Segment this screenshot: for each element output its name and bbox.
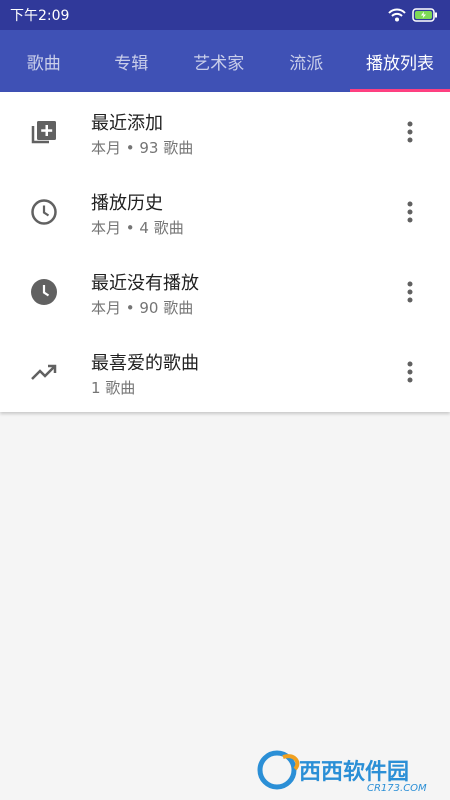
svg-text:CR173.COM: CR173.COM bbox=[367, 783, 427, 794]
playlist-subtitle: 本月 • 90 歌曲 bbox=[91, 299, 194, 317]
playlist-title: 最近没有播放 bbox=[91, 273, 199, 294]
playlist-title: 播放历史 bbox=[91, 193, 163, 214]
playlist-subtitle: 1 歌曲 bbox=[91, 379, 136, 397]
watermark-logo: 西西软件园 CR173.COM bbox=[257, 750, 427, 794]
more-options-icon[interactable] bbox=[396, 276, 424, 308]
list-item[interactable]: 播放历史 本月 • 4 歌曲 bbox=[0, 172, 450, 252]
tab-playlists[interactable]: 播放列表 bbox=[350, 30, 450, 92]
clock-filled-icon bbox=[31, 279, 57, 305]
status-icons bbox=[388, 8, 438, 22]
playlist-title: 最近添加 bbox=[91, 113, 163, 134]
tab-albums[interactable]: 专辑 bbox=[88, 30, 176, 92]
more-options-icon[interactable] bbox=[396, 356, 424, 388]
tab-songs[interactable]: 歌曲 bbox=[0, 30, 88, 92]
trending-up-icon bbox=[31, 364, 57, 380]
svg-text:西西软件园: 西西软件园 bbox=[299, 759, 409, 785]
tab-artists[interactable]: 艺术家 bbox=[175, 30, 263, 92]
list-item[interactable]: 最近没有播放 本月 • 90 歌曲 bbox=[0, 252, 450, 332]
list-item[interactable]: 最喜爱的歌曲 1 歌曲 bbox=[0, 332, 450, 412]
more-options-icon[interactable] bbox=[396, 116, 424, 148]
wifi-icon bbox=[388, 8, 406, 22]
playlist-subtitle: 本月 • 4 歌曲 bbox=[91, 219, 184, 237]
playlist-title: 最喜爱的歌曲 bbox=[91, 353, 199, 374]
list-item[interactable]: 最近添加 本月 • 93 歌曲 bbox=[0, 92, 450, 172]
status-time: 下午2:09 bbox=[10, 8, 70, 24]
playlist-subtitle: 本月 • 93 歌曲 bbox=[91, 139, 194, 157]
status-bar: 下午2:09 bbox=[0, 0, 450, 30]
more-options-icon[interactable] bbox=[396, 196, 424, 228]
battery-icon bbox=[412, 8, 437, 22]
tab-genres[interactable]: 流派 bbox=[263, 30, 351, 92]
playlist-add-icon bbox=[31, 121, 56, 144]
history-clock-icon bbox=[31, 199, 57, 225]
tab-bar: 歌曲 专辑 艺术家 流派 播放列表 bbox=[0, 30, 450, 92]
playlist-list: 最近添加 本月 • 93 歌曲 播放历史 本月 • 4 歌曲 最近没有播放 本月… bbox=[0, 92, 450, 412]
